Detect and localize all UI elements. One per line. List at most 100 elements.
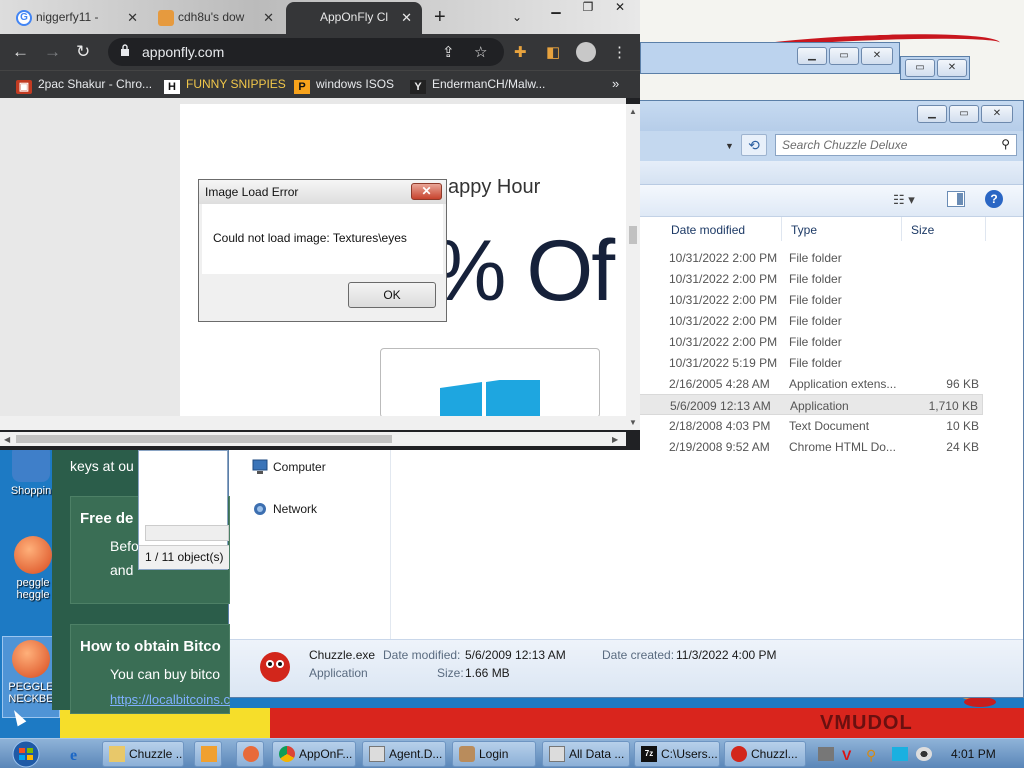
bookmarks-overflow-icon[interactable]: » [612,76,619,91]
close-button[interactable]: ✕ [604,0,636,18]
file-row[interactable]: 5/6/2009 12:13 AM Application 1,710 KB [639,394,983,415]
column-divider[interactable] [901,217,902,241]
taskbar-button-paint[interactable] [236,741,264,767]
taskbar-button-chuzzle-folder[interactable]: Chuzzle ... [102,741,184,767]
extensions-icon[interactable]: ✚ [514,43,527,61]
search-input[interactable]: Search Chuzzle Deluxe ⚲ [775,134,1017,156]
close-tab-icon[interactable]: ✕ [127,10,138,26]
file-row[interactable]: 10/31/2022 2:00 PM File folder [639,331,983,352]
taskbar-button-chuzzle-app[interactable]: Chuzzl... [724,741,806,767]
file-size: 10 KB [946,419,979,433]
column-size[interactable]: Size [911,223,934,237]
column-date-modified[interactable]: Date modified [671,223,745,237]
horizontal-scrollbar[interactable]: ◀ ▶ [0,432,626,446]
column-divider[interactable] [781,217,782,241]
file-type: File folder [789,314,842,328]
archive-window[interactable]: 1 / 11 object(s) [138,450,229,570]
lock-icon[interactable] [120,44,130,56]
ok-button[interactable]: OK [348,282,436,308]
minimize-button[interactable]: ▁ [797,47,827,65]
tab-apponfly[interactable]: AppOnFly Cl ✕ [286,2,422,34]
bookmark-funny-snippies[interactable]: H FUNNY SNIPPIES [164,77,286,94]
tray-app-icon[interactable] [818,747,834,761]
taskbar-button-login[interactable]: Login [452,741,536,767]
file-row[interactable]: 2/16/2005 4:28 AM Application extens... 96… [639,373,983,394]
scroll-right-icon[interactable]: ▶ [612,435,618,444]
close-button[interactable]: ✕ [937,59,967,77]
close-tab-icon[interactable]: ✕ [263,10,274,26]
internet-explorer-icon[interactable]: e [68,745,86,763]
preview-pane-icon[interactable] [947,191,965,207]
close-tab-icon[interactable]: ✕ [401,10,412,26]
search-tool-icon[interactable]: ⚲ [866,747,882,763]
scroll-left-icon[interactable]: ◀ [4,435,10,444]
address-dropdown-icon[interactable]: ▼ [725,141,734,151]
taskbar-button-agent[interactable]: Agent.D... [362,741,446,767]
profile-avatar[interactable] [576,42,596,62]
scroll-thumb[interactable] [629,226,637,244]
tab-downloads[interactable]: cdh8u's dow ✕ [150,2,284,34]
file-row[interactable]: 10/31/2022 2:00 PM File folder [639,268,983,289]
background-window-2[interactable]: ▭ ✕ [900,56,970,80]
share-icon[interactable]: ⇪ [442,43,455,61]
vertical-scrollbar[interactable]: ▲ ▼ [626,104,640,430]
scroll-up-icon[interactable]: ▲ [629,107,637,116]
file-row[interactable]: 10/31/2022 2:00 PM File folder [639,289,983,310]
file-row[interactable]: 10/31/2022 2:00 PM File folder [639,247,983,268]
maximize-button[interactable]: ▭ [829,47,859,65]
file-row[interactable]: 10/31/2022 5:19 PM File folder [639,352,983,373]
file-row[interactable]: 2/18/2008 4:03 PM Text Document 10 KB [639,415,983,436]
file-type: File folder [789,251,842,265]
webpage-bitcoin-link[interactable]: https://localbitcoins.com/ [110,692,230,707]
volume-icon[interactable] [916,747,932,761]
bookmark-star-icon[interactable]: ☆ [474,43,487,61]
maximize-button[interactable]: ▭ [905,59,935,77]
file-row[interactable]: 10/31/2022 2:00 PM File folder [639,310,983,331]
reload-icon[interactable]: ↻ [76,42,90,62]
taskbar-button-chrome[interactable]: AppOnF... [272,741,356,767]
menu-icon[interactable]: ⋮ [612,43,627,61]
refresh-icon[interactable]: ⟲ [741,134,767,156]
bookmark-2pac[interactable]: ▣ 2pac Shakur - Chro... [16,77,152,94]
antivirus-icon[interactable]: V [842,747,858,763]
column-type[interactable]: Type [791,223,817,237]
side-panel-icon[interactable]: ◧ [546,43,560,61]
dialog-titlebar[interactable]: Image Load Error ✕ [199,180,446,204]
status-bar: 1 / 11 object(s) [139,545,229,569]
scroll-thumb[interactable] [16,435,392,443]
start-button[interactable] [8,740,44,768]
image-load-error-dialog[interactable]: Image Load Error ✕ Could not load image:… [198,179,447,322]
background-window[interactable]: ▁ ▭ ✕ [640,42,900,74]
maximize-button[interactable]: ▭ [949,105,979,123]
new-tab-icon[interactable]: + [434,6,446,29]
minimize-button[interactable]: ▁ [917,105,947,123]
close-button[interactable]: ✕ [861,47,893,65]
horizontal-scrollbar[interactable] [145,525,229,541]
back-icon[interactable]: ← [12,42,29,62]
column-divider[interactable] [985,217,986,241]
close-button[interactable]: ✕ [981,105,1013,123]
view-options-icon[interactable]: ☷ ▾ [893,192,915,208]
forward-icon[interactable]: → [44,42,61,62]
tab-niggerfy11[interactable]: G niggerfy11 - ✕ [8,2,148,34]
url-text[interactable]: apponfly.com [142,44,224,60]
minimize-button[interactable]: ▁ [540,0,572,18]
clock[interactable]: 4:01 PM [951,747,996,761]
scroll-down-icon[interactable]: ▼ [629,418,637,427]
taskbar-button-7zip[interactable]: 7z C:\Users... [634,741,720,767]
chuzzle-app-icon [731,746,747,762]
maximize-button[interactable]: ❐ [572,0,604,18]
bookmark-windows-isos[interactable]: Pwindows ISOS [294,77,394,94]
file-row[interactable]: 2/19/2008 9:52 AM Chrome HTML Do... 24 KB [639,436,983,457]
svg-text:e: e [70,747,77,763]
taskbar-button-media[interactable] [194,741,222,767]
display-icon[interactable] [892,747,908,761]
tab-search-icon[interactable]: ⌄ [512,10,522,24]
bookmark-endermanch[interactable]: Y EndermanCH/Malw... [410,77,545,94]
help-icon[interactable]: ? [985,190,1003,208]
close-button[interactable]: ✕ [411,183,442,200]
file-date: 10/31/2022 2:00 PM [669,272,778,286]
taskbar-button-all-data[interactable]: All Data ... [542,741,630,767]
file-type: File folder [789,293,842,307]
computer-icon [252,459,268,474]
